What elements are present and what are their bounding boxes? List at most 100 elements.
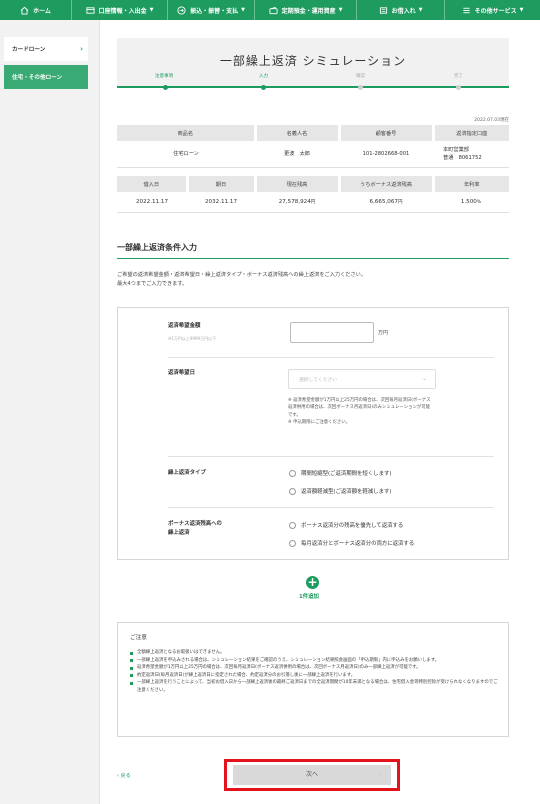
description-line: 最大4つまでご入力できます。: [117, 281, 188, 287]
chevron-down-icon: ▼: [418, 7, 423, 13]
chevron-right-icon: ›: [378, 771, 381, 778]
radio-label: 返済額軽減型(ご返済額を軽減します): [301, 489, 392, 495]
bonus-balance: 6,665,067円: [339, 192, 433, 213]
as-of-date: 2022.07.03現在: [474, 118, 509, 123]
radio-circle: [289, 487, 296, 495]
back-link[interactable]: ‹ 戻る: [117, 772, 131, 779]
borrow-date: 2022.11.17: [117, 192, 187, 213]
section-divider: [117, 258, 509, 259]
loan-icon: [379, 6, 387, 14]
amount-hint: ※1万円以上9999万円以下: [168, 336, 217, 341]
nav-home-label: ホーム: [33, 7, 51, 15]
caution-title: ご注意: [130, 635, 147, 641]
nav-other[interactable]: その他サービス ▼: [445, 0, 540, 20]
date-select[interactable]: 選択してください ⌄: [288, 369, 436, 389]
radio-circle: [289, 521, 296, 529]
menu-icon: [462, 7, 470, 13]
due-date: 2032.11.17: [187, 192, 255, 213]
next-button[interactable]: 次へ ›: [233, 765, 391, 785]
step-dot: [456, 85, 461, 90]
holder-name: 更波 太郎: [255, 141, 339, 168]
repayment-type-label: 繰上返済タイプ: [168, 470, 206, 476]
radio-label: ボーナス返済分の残高を優先して返済する: [301, 523, 404, 529]
radio-bonus-both[interactable]: 毎月返済分とボーナス返済分の両方に返済する: [289, 539, 414, 547]
step-dot: [163, 85, 168, 90]
amount-unit: 万円: [378, 330, 389, 336]
transfer-icon: [177, 5, 186, 15]
sidebar-item-card-loan[interactable]: カードローン ›: [4, 37, 88, 61]
caution-box: ご注意 全額繰上返済となるお取扱いはできません。 一部繰上返済を申込みされる場合…: [117, 622, 509, 737]
list-item: 返済希望金額が1万円以上25万円の場合は、次回毎月返済日(ボーナス返済併用の場合…: [130, 664, 500, 672]
customer-number: 101-2802668-001: [339, 141, 433, 168]
table-header: 顧客番号: [339, 125, 435, 141]
next-button-highlight: 次へ ›: [224, 759, 400, 791]
page-header: 一部繰上返済 シミュレーション: [117, 38, 509, 88]
section-title: 一部繰上返済条件入力: [117, 243, 197, 252]
radio-bonus-priority[interactable]: ボーナス返済分の残高を優先して返済する: [289, 521, 403, 529]
bonus-balance-value: 6,665,067: [369, 198, 398, 205]
top-nav: ホーム 口座情報・入出金 ▼ 振込・振替・支払 ▼ 定期預金・運用資産 ▼ お借…: [0, 0, 540, 20]
table-header: 返済指定口座: [433, 125, 509, 141]
radio-label: 期間短縮型(ご返済期間を短くします): [301, 471, 392, 477]
sidebar-item-housing-loan[interactable]: 住宅・その他ローン: [4, 65, 88, 89]
step-label-notice: 注意事項: [155, 74, 173, 79]
add-row-label[interactable]: 1件追加: [299, 592, 319, 600]
nav-deposit[interactable]: 定期預金・運用資産 ▼: [255, 0, 357, 20]
list-item: 一部繰上返済を申込みされる場合は、シミュレーション結果をご確認のうえ、シミュレー…: [130, 657, 500, 665]
caution-list: 全額繰上返済となるお取扱いはできません。 一部繰上返済を申込みされる場合は、シミ…: [130, 649, 500, 695]
plus-icon: +: [307, 575, 318, 589]
sidebar-item-label: カードローン: [12, 47, 46, 53]
note-line: 返済併用の場合は、次回ボーナス月返済日)のみシミュレーションが可能: [288, 405, 431, 411]
nav-transfer[interactable]: 振込・振替・支払 ▼: [168, 0, 255, 20]
radio-label: 毎月返済分とボーナス返済分の両方に返済する: [301, 541, 415, 547]
interest-rate: 1.500%: [433, 192, 509, 213]
nav-transfer-label: 振込・振替・支払: [190, 7, 239, 15]
loan-balance-table: 借入日 期日 現在残高 うちボーナス返済残高 年利率 2022.11.17 20…: [117, 176, 509, 213]
add-row-button[interactable]: +: [306, 576, 319, 589]
table-header: 商品名: [117, 125, 257, 141]
note-line: ※ 申込期限にご注意ください。: [288, 420, 351, 426]
table-header: 年利率: [433, 176, 509, 192]
amount-input[interactable]: [290, 322, 374, 343]
date-label: 返済希望日: [168, 370, 195, 376]
nav-loan[interactable]: お借入れ ▼: [357, 0, 445, 20]
step-dot: [358, 85, 363, 90]
wallet-icon: [269, 6, 278, 14]
home-icon: [20, 6, 29, 15]
radio-term-shortening[interactable]: 期間短縮型(ご返済期間を短くします): [289, 469, 391, 477]
radio-payment-reduction[interactable]: 返済額軽減型(ご返済額を軽減します): [289, 487, 391, 495]
nav-account[interactable]: 口座情報・入出金 ▼: [72, 0, 168, 20]
nav-other-label: その他サービス: [474, 7, 517, 15]
loan-info-table: 商品名 名義人名 顧客番号 返済指定口座 住宅ローン 更波 太郎 101-280…: [117, 125, 509, 168]
list-item: 全額繰上返済となるお取扱いはできません。: [130, 649, 500, 657]
bank-icon: [86, 6, 95, 14]
section-description: ご希望の返済希望金額・返済希望日・繰上返済タイプ・ボーナス返済残高への繰上返済を…: [117, 271, 509, 289]
step-label-complete: 完了: [454, 74, 463, 79]
nav-account-label: 口座情報・入出金: [98, 7, 147, 15]
account-number: 普通 8061752: [443, 154, 482, 161]
next-label: 次へ: [305, 771, 318, 778]
bonus-repayment-label: ボーナス返済残高への 繰上返済: [168, 520, 222, 538]
rate-value: 1.500: [460, 198, 477, 205]
balance-value: 27,578,924: [278, 198, 311, 205]
chevron-down-icon: ⌄: [421, 375, 427, 382]
yen-unit: 円: [397, 199, 403, 205]
label-line: ボーナス返済残高への: [168, 521, 222, 527]
step-label-confirm: 確認: [356, 74, 365, 79]
table-header: 期日: [187, 176, 257, 192]
yen-unit: 円: [310, 199, 316, 205]
table-header: 現在残高: [255, 176, 341, 192]
description-line: ご希望の返済希望金額・返済希望日・繰上返済タイプ・ボーナス返済残高への繰上返済を…: [117, 272, 367, 278]
table-header: 借入日: [117, 176, 189, 192]
back-label: 戻る: [120, 773, 131, 779]
nav-home[interactable]: ホーム: [0, 0, 72, 20]
note-line: です。: [288, 412, 301, 418]
sidebar-item-label: 住宅・その他ローン: [12, 75, 63, 81]
amount-label: 返済希望金額: [168, 323, 201, 329]
table-header: うちボーナス返済残高: [339, 176, 435, 192]
radio-circle: [289, 539, 296, 547]
chevron-down-icon: ▼: [338, 7, 343, 13]
current-balance: 27,578,924円: [255, 192, 339, 213]
radio-circle: [289, 469, 296, 477]
product-name: 住宅ローン: [117, 141, 255, 168]
